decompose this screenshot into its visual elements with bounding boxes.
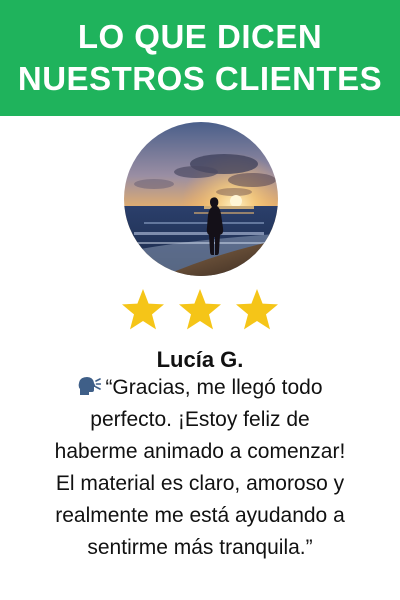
quote-line-1-text: “Gracias, me llegó todo: [105, 376, 323, 399]
speaking-head-icon: [77, 375, 102, 397]
quote-line-5: realmente me está ayudando a: [55, 504, 345, 527]
testimonial-card: LO QUE DICEN NUESTROS CLIENTES Lucía G. …: [0, 0, 400, 600]
quote-line-1: “Gracias, me llegó todo: [14, 372, 386, 404]
rating-stars: [120, 286, 280, 334]
star-icon: [177, 287, 223, 333]
star-icon: [120, 287, 166, 333]
customer-name: Lucía G.: [156, 347, 244, 372]
header-title-line-1: LO QUE DICEN: [77, 18, 323, 55]
quote-line-2: perfecto. ¡Estoy feliz de: [90, 408, 310, 431]
customer-avatar: [124, 122, 278, 276]
header-banner: LO QUE DICEN NUESTROS CLIENTES: [0, 0, 400, 116]
quote-line-6: sentirme más tranquila.”: [87, 536, 313, 559]
header-title-line-2: NUESTROS CLIENTES: [17, 60, 383, 97]
testimonial-quote: “Gracias, me llegó todo perfecto. ¡Estoy…: [14, 372, 386, 564]
star-icon: [234, 287, 280, 333]
quote-line-3: haberme animado a comenzar!: [54, 440, 346, 463]
sunset-beach-photo: [124, 122, 278, 276]
quote-line-4: El material es claro, amoroso y: [55, 472, 345, 495]
